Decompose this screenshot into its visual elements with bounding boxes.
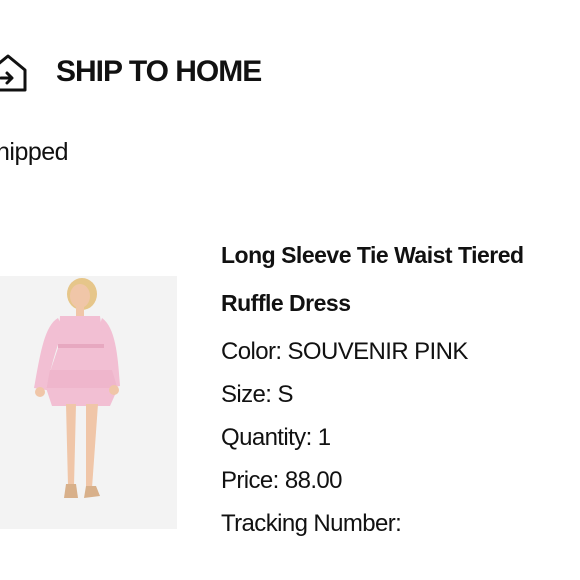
size-row: Size: S xyxy=(221,373,580,416)
product-image[interactable] xyxy=(0,276,177,529)
color-row: Color: SOUVENIR PINK xyxy=(221,330,580,373)
size-value: S xyxy=(277,381,293,408)
ship-to-home-header: SHIP TO HOME xyxy=(0,50,262,94)
tracking-label: Tracking Number: xyxy=(221,510,402,537)
product-details: Long Sleeve Tie Waist Tiered Ruffle Dres… xyxy=(221,234,580,545)
page-title: SHIP TO HOME xyxy=(56,55,262,88)
quantity-row: Quantity: 1 xyxy=(221,416,580,459)
color-label: Color: xyxy=(221,338,288,365)
price-value: 88.00 xyxy=(284,467,343,494)
quantity-label: Quantity: xyxy=(221,424,318,451)
price-label: Price: xyxy=(221,467,285,494)
product-name-line-1[interactable]: Long Sleeve Tie Waist Tiered xyxy=(221,234,580,276)
size-label: Size: xyxy=(221,381,278,408)
quantity-value: 1 xyxy=(317,424,331,451)
color-value: SOUVENIR PINK xyxy=(287,338,469,365)
tracking-row: Tracking Number: xyxy=(221,502,580,545)
price-row: Price: 88.00 xyxy=(221,459,580,502)
shipment-status: hipped xyxy=(0,138,69,166)
product-name-line-2[interactable]: Ruffle Dress xyxy=(221,282,580,324)
pink-ruffle-dress-photo xyxy=(0,276,177,529)
home-shipping-icon xyxy=(0,50,28,94)
